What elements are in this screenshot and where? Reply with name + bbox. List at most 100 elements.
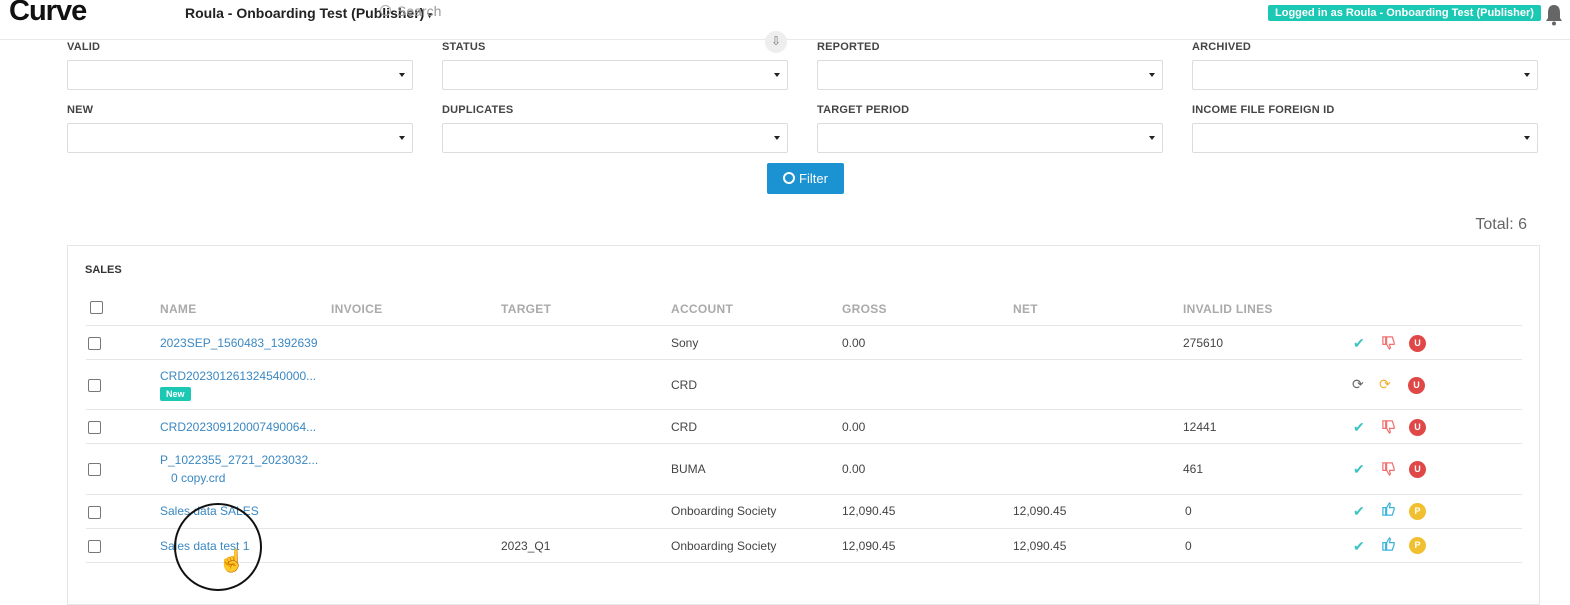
row-divider <box>86 443 1522 444</box>
refresh-warning-icon[interactable]: ⟳ <box>1379 377 1391 391</box>
row-name-link[interactable]: P_1022355_2721_2023032... <box>160 453 318 467</box>
row-gross: 12,090.45 <box>842 504 896 518</box>
row-name-link-continued[interactable]: 0 copy.crd <box>171 471 225 485</box>
column-header-account[interactable]: ACCOUNT <box>671 302 733 316</box>
select-all-checkbox[interactable] <box>90 301 103 314</box>
row-checkbox[interactable] <box>88 421 101 434</box>
column-header-name[interactable]: NAME <box>160 302 197 316</box>
column-header-net[interactable]: NET <box>1013 302 1038 316</box>
row-gross: 12,090.45 <box>842 539 896 553</box>
row-gross: 0.00 <box>842 336 866 350</box>
notification-bell-icon[interactable] <box>1544 4 1564 26</box>
row-name-link[interactable]: 2023SEP_1560483_1392639 <box>160 336 318 350</box>
check-icon[interactable]: ✔ <box>1353 462 1365 476</box>
chevron-down-icon <box>399 73 405 77</box>
check-icon[interactable]: ✔ <box>1353 504 1365 518</box>
row-gross: 0.00 <box>842 420 866 434</box>
thumb-up-icon[interactable] <box>1381 502 1396 517</box>
filter-label-duplicates: DUPLICATES <box>442 104 514 116</box>
login-status-badge: Logged in as Roula - Onboarding Test (Pu… <box>1268 5 1541 21</box>
refresh-icon[interactable]: ⟳ <box>1352 377 1364 391</box>
download-icon: ⇩ <box>771 34 782 48</box>
row-checkbox[interactable] <box>88 379 101 392</box>
row-account: BUMA <box>671 462 706 476</box>
logo[interactable]: Curve <box>9 0 87 28</box>
chevron-down-icon <box>1524 73 1530 77</box>
new-select[interactable] <box>67 123 413 153</box>
column-header-invalid-lines[interactable]: INVALID LINES <box>1183 302 1273 316</box>
row-divider <box>86 409 1522 410</box>
row-checkbox[interactable] <box>88 337 101 350</box>
row-name-link[interactable]: CRD202301261324540000... <box>160 369 316 383</box>
row-divider <box>86 562 1522 563</box>
row-account: Onboarding Society <box>671 539 777 553</box>
row-target: 2023_Q1 <box>501 539 551 553</box>
row-checkbox[interactable] <box>88 463 101 476</box>
thumb-down-icon[interactable] <box>1381 335 1396 350</box>
row-invalid-lines: 0 <box>1185 539 1192 553</box>
row-invalid-lines: 12441 <box>1183 420 1217 434</box>
check-icon[interactable]: ✔ <box>1353 420 1365 434</box>
reported-select[interactable] <box>817 60 1163 90</box>
row-divider <box>86 359 1522 360</box>
search-icon <box>380 5 391 16</box>
total-count: Total: 6 <box>1475 216 1527 233</box>
status-u-badge: U <box>1409 419 1426 436</box>
valid-select[interactable] <box>67 60 413 90</box>
status-p-badge: P <box>1409 537 1426 554</box>
row-net: 12,090.45 <box>1013 539 1067 553</box>
row-divider <box>86 325 1522 326</box>
filter-label-income-file-foreign-id: INCOME FILE FOREIGN ID <box>1192 104 1335 116</box>
status-u-badge: U <box>1409 335 1426 352</box>
chevron-down-icon <box>774 73 780 77</box>
status-p-badge: P <box>1409 503 1426 520</box>
top-bar: Curve Roula - Onboarding Test (Publisher… <box>0 0 1570 40</box>
filter-label-status: STATUS <box>442 41 486 53</box>
filter-label-reported: REPORTED <box>817 41 880 53</box>
hand-cursor-icon: ☝ <box>218 548 246 573</box>
column-header-invoice[interactable]: INVOICE <box>331 302 382 316</box>
column-header-gross[interactable]: GROSS <box>842 302 887 316</box>
check-icon[interactable]: ✔ <box>1353 539 1365 553</box>
row-name-link[interactable]: CRD202309120007490064... <box>160 420 316 434</box>
panel-title: SALES <box>85 264 122 276</box>
search-box[interactable]: Search <box>380 3 441 19</box>
row-gross: 0.00 <box>842 462 866 476</box>
row-account: CRD <box>671 420 697 434</box>
filter-button[interactable]: Filter <box>767 163 844 194</box>
filter-button-label: Filter <box>799 171 828 186</box>
chevron-down-icon <box>1149 73 1155 77</box>
thumb-down-icon[interactable] <box>1381 461 1396 476</box>
row-checkbox[interactable] <box>88 540 101 553</box>
chevron-down-icon <box>1524 136 1530 140</box>
row-checkbox[interactable] <box>88 506 101 519</box>
filter-label-archived: ARCHIVED <box>1192 41 1252 53</box>
status-select[interactable] <box>442 60 788 90</box>
row-divider <box>86 494 1522 495</box>
thumb-down-icon[interactable] <box>1381 419 1396 434</box>
row-invalid-lines: 461 <box>1183 462 1204 476</box>
chevron-down-icon <box>1149 136 1155 140</box>
status-u-badge: U <box>1408 377 1425 394</box>
new-badge: New <box>160 387 191 401</box>
search-placeholder: Search <box>397 3 442 19</box>
row-account: Onboarding Society <box>671 504 777 518</box>
cursor-highlight <box>174 503 262 591</box>
duplicates-select[interactable] <box>442 123 788 153</box>
search-icon <box>783 172 796 184</box>
thumb-up-icon[interactable] <box>1381 537 1396 552</box>
column-header-target[interactable]: TARGET <box>501 302 551 316</box>
filter-label-target-period: TARGET PERIOD <box>817 104 910 116</box>
chevron-down-icon <box>774 136 780 140</box>
income-file-foreign-id-select[interactable] <box>1192 123 1538 153</box>
target-period-select[interactable] <box>817 123 1163 153</box>
check-icon[interactable]: ✔ <box>1353 336 1365 350</box>
status-u-badge: U <box>1409 461 1426 478</box>
row-account: Sony <box>671 336 699 350</box>
filter-label-new: NEW <box>67 104 94 116</box>
archived-select[interactable] <box>1192 60 1538 90</box>
row-invalid-lines: 0 <box>1185 504 1192 518</box>
download-button[interactable]: ⇩ <box>765 31 787 53</box>
filter-label-valid: VALID <box>67 41 101 53</box>
row-net: 12,090.45 <box>1013 504 1067 518</box>
